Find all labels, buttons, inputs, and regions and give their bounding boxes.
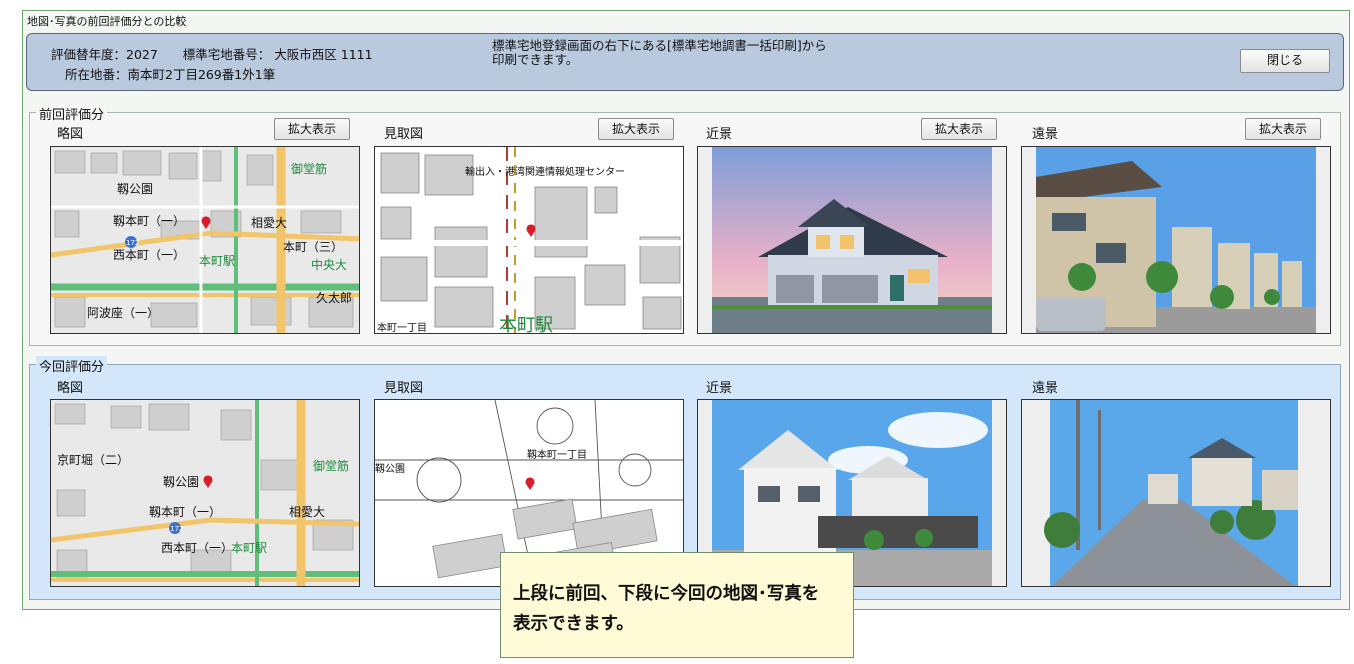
svg-text:御堂筋: 御堂筋	[291, 161, 327, 176]
svg-text:172: 172	[170, 525, 183, 533]
prev-far-zoom-button[interactable]: 拡大表示	[1245, 118, 1321, 140]
curr-far-label: 遠景	[1032, 381, 1059, 396]
previous-section: 前回評価分 略図 拡大表示 見取図 拡大表示 近景 拡大表示 遠景 拡大表示 靱…	[29, 104, 1341, 346]
address-info: 所在地番：南本町2丁目269番1外1筆	[65, 67, 276, 82]
callout-line1: 上段に前回、下段に今回の地図･写真を	[513, 584, 820, 604]
info-panel: 評価替年度：2027 標準宅地番号： 大阪市西区 1111 所在地番：南本町2丁…	[26, 33, 1344, 91]
close-button[interactable]: 閉じる	[1240, 49, 1330, 73]
window-title: 地図･写真の前回評価分との比較	[27, 15, 187, 28]
svg-text:靱公園: 靱公園	[163, 475, 199, 489]
svg-text:輸出入・港湾関連情報処理センター: 輸出入・港湾関連情報処理センター	[465, 165, 625, 178]
callout-line2: 表示できます。	[513, 614, 634, 634]
print-note-line1: 標準宅地登録画面の右下にある[標準宅地調書一括印刷]から	[492, 38, 827, 53]
svg-text:本町駅: 本町駅	[199, 254, 235, 268]
svg-text:京町堀（二）: 京町堀（二）	[57, 452, 129, 467]
curr-map-label: 略図	[57, 381, 84, 396]
svg-text:本町駅: 本町駅	[231, 541, 267, 555]
svg-text:靱本町（一）: 靱本町（一）	[113, 214, 185, 228]
svg-text:172: 172	[126, 239, 139, 247]
help-callout: 上段に前回、下段に今回の地図･写真を 表示できます。	[500, 552, 854, 658]
svg-text:久太郎: 久太郎	[316, 290, 352, 305]
svg-text:靱公園: 靱公園	[117, 182, 153, 196]
svg-text:御堂筋: 御堂筋	[313, 458, 349, 473]
svg-text:阿波座（一）: 阿波座（一）	[87, 305, 159, 320]
prev-near-label: 近景	[706, 127, 733, 142]
prev-map-image[interactable]: 靱公園靱本町（一） 西本町（一） 本町駅 相愛大阿波座（一） 久太郎 本町（三） 中央大…	[50, 146, 360, 334]
curr-map-image[interactable]: 靱公園 京町堀（二） 靱本町（一） 西本町（一） 本町駅 相愛大 御堂筋 172	[50, 399, 360, 587]
prev-map-label: 略図	[57, 127, 84, 142]
svg-text:本町（三）: 本町（三）	[283, 240, 343, 254]
svg-text:靱本町（一）: 靱本町（一）	[149, 505, 221, 519]
print-note: 標準宅地登録画面の右下にある[標準宅地調書一括印刷]から 印刷できます。	[492, 39, 827, 67]
svg-text:西本町（一）: 西本町（一）	[161, 541, 233, 555]
comparison-window: 地図･写真の前回評価分との比較 評価替年度：2027 標準宅地番号： 大阪市西区…	[22, 10, 1350, 610]
prev-sketch-zoom-button[interactable]: 拡大表示	[598, 118, 674, 140]
prev-far-photo[interactable]	[1021, 146, 1331, 334]
svg-text:本町駅: 本町駅	[499, 315, 553, 334]
svg-text:西本町（一）: 西本町（一）	[113, 248, 185, 262]
evaluation-info: 評価替年度：2027 標準宅地番号： 大阪市西区 1111	[51, 47, 373, 62]
curr-far-photo[interactable]	[1021, 399, 1331, 587]
svg-text:靱公園: 靱公園	[375, 462, 405, 475]
prev-near-photo[interactable]	[697, 146, 1007, 334]
svg-text:相愛大: 相愛大	[251, 216, 287, 230]
prev-near-zoom-button[interactable]: 拡大表示	[921, 118, 997, 140]
curr-sketch-label: 見取図	[384, 381, 424, 396]
svg-text:靱本町一丁目: 靱本町一丁目	[527, 448, 587, 461]
svg-text:中央大: 中央大	[311, 257, 347, 272]
prev-far-label: 遠景	[1032, 127, 1059, 142]
prev-sketch-label: 見取図	[384, 127, 424, 142]
svg-text:相愛大: 相愛大	[289, 505, 325, 519]
current-legend: 今回評価分	[36, 356, 108, 375]
print-note-line2: 印刷できます。	[492, 52, 579, 67]
svg-text:本町一丁目: 本町一丁目	[377, 321, 427, 334]
prev-sketch-image[interactable]: 輸出入・港湾関連情報処理センター 本町一丁目 本町駅	[374, 146, 684, 334]
previous-legend: 前回評価分	[36, 104, 108, 123]
prev-map-zoom-button[interactable]: 拡大表示	[274, 118, 350, 140]
curr-near-label: 近景	[706, 381, 733, 396]
